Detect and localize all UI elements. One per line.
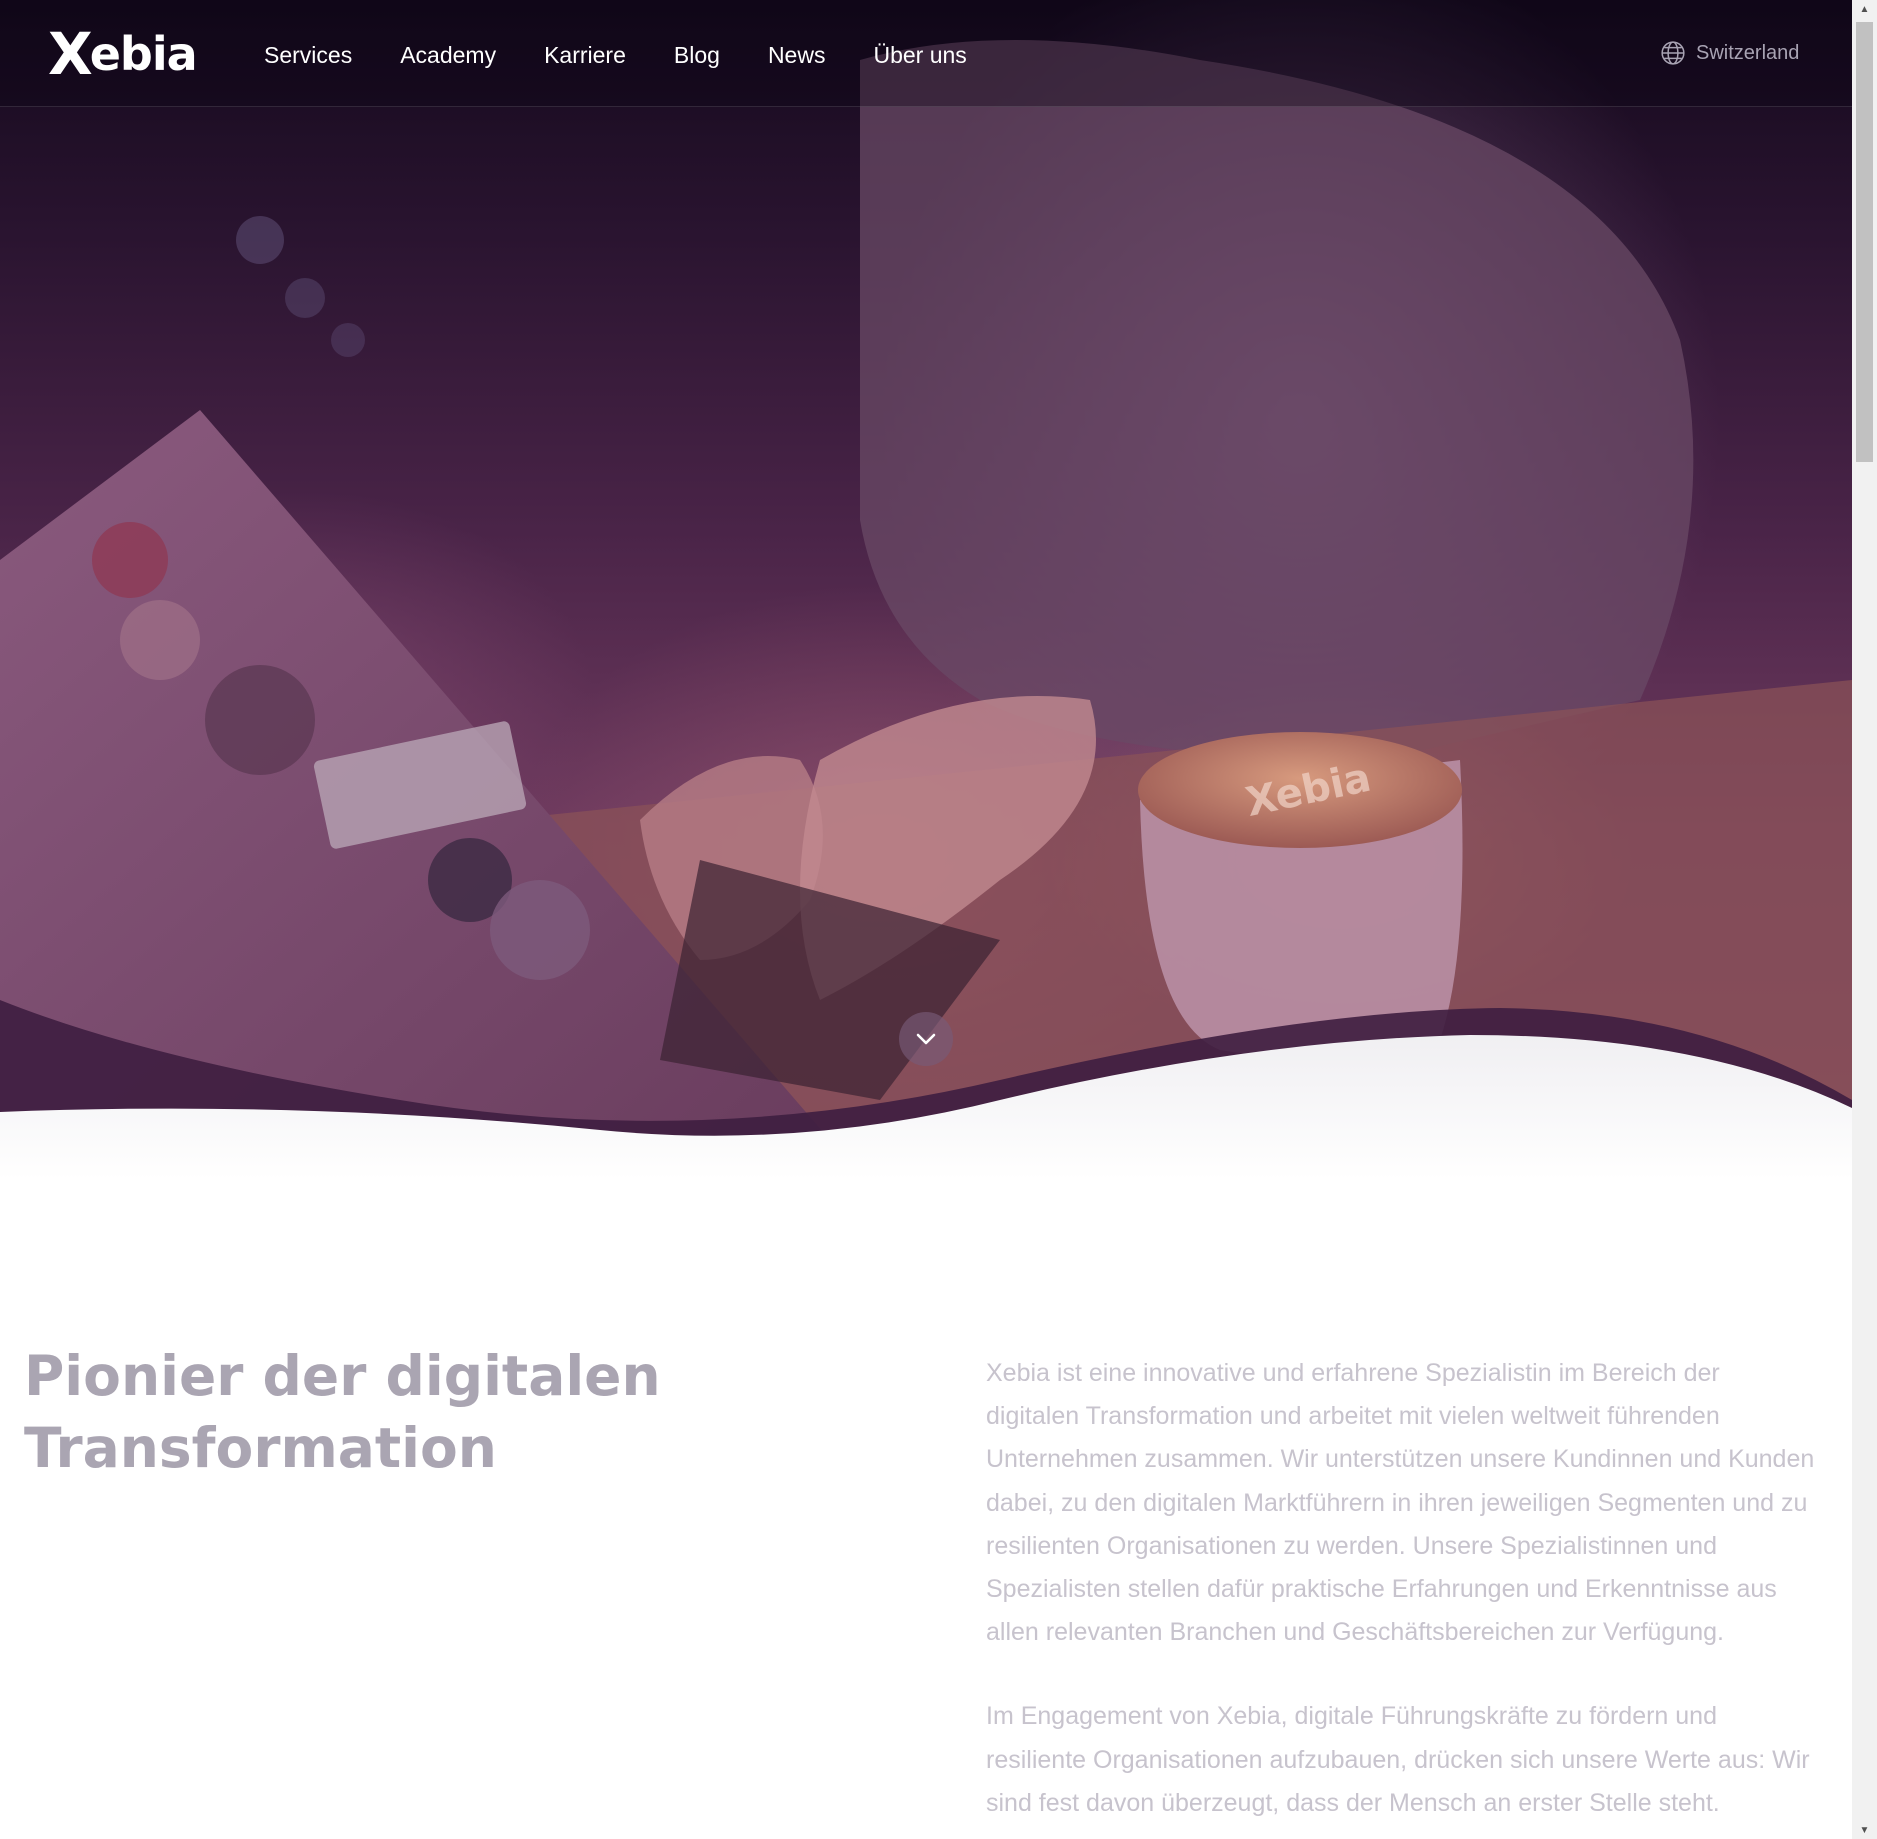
page-scrollbar[interactable]: ▲ ▼ — [1852, 0, 1877, 1839]
menu-link-ueber-uns[interactable]: Über uns — [873, 42, 966, 68]
page: Xebia Xebia Services Academy Karriere Bl… — [0, 0, 1852, 1839]
intro-paragraph-1: Xebia ist eine innovative und erfahrene … — [986, 1359, 1815, 1647]
menu-item-blog: Blog — [674, 42, 720, 69]
menu-item-services: Services — [264, 42, 352, 69]
logo-text: ebia — [89, 27, 198, 81]
menu-item-academy: Academy — [400, 42, 496, 69]
region-label: Switzerland — [1696, 41, 1800, 64]
xebia-logo[interactable]: Xebia — [48, 20, 198, 88]
scrollbar-thumb[interactable] — [1856, 22, 1873, 462]
top-navigation: Xebia Services Academy Karriere Blog New… — [0, 0, 1852, 107]
menu-link-news[interactable]: News — [768, 42, 826, 68]
menu-link-academy[interactable]: Academy — [400, 42, 496, 68]
scroll-down-arrow-icon[interactable]: ▼ — [1852, 1821, 1877, 1839]
menu-link-services[interactable]: Services — [264, 42, 352, 68]
hero-section: Xebia Xebia Services Academy Karriere Bl… — [0, 0, 1852, 1180]
menu-link-karriere[interactable]: Karriere — [544, 42, 626, 68]
menu-item-karriere: Karriere — [544, 42, 626, 69]
menu-item-ueber-uns: Über uns — [873, 42, 966, 69]
intro-text: Xebia ist eine innovative und erfahrene … — [986, 1352, 1816, 1839]
globe-icon — [1661, 41, 1685, 65]
menu-item-news: News — [768, 42, 826, 69]
region-selector[interactable]: Switzerland — [1660, 40, 1799, 66]
headline-line-2: Transformation — [24, 1416, 497, 1480]
menu-link-blog[interactable]: Blog — [674, 42, 720, 68]
intro-paragraph-2: Im Engagement von Xebia, digitale Führun… — [986, 1702, 1810, 1817]
headline-line-1: Pionier der digitalen — [24, 1344, 661, 1408]
main-menu: Services Academy Karriere Blog News Über… — [264, 42, 967, 69]
intro-headline: Pionier der digitalen Transformation — [24, 1340, 724, 1484]
scroll-up-arrow-icon[interactable]: ▲ — [1852, 0, 1877, 18]
logo-x: X — [48, 20, 93, 88]
hero-wave — [0, 1000, 1852, 1180]
